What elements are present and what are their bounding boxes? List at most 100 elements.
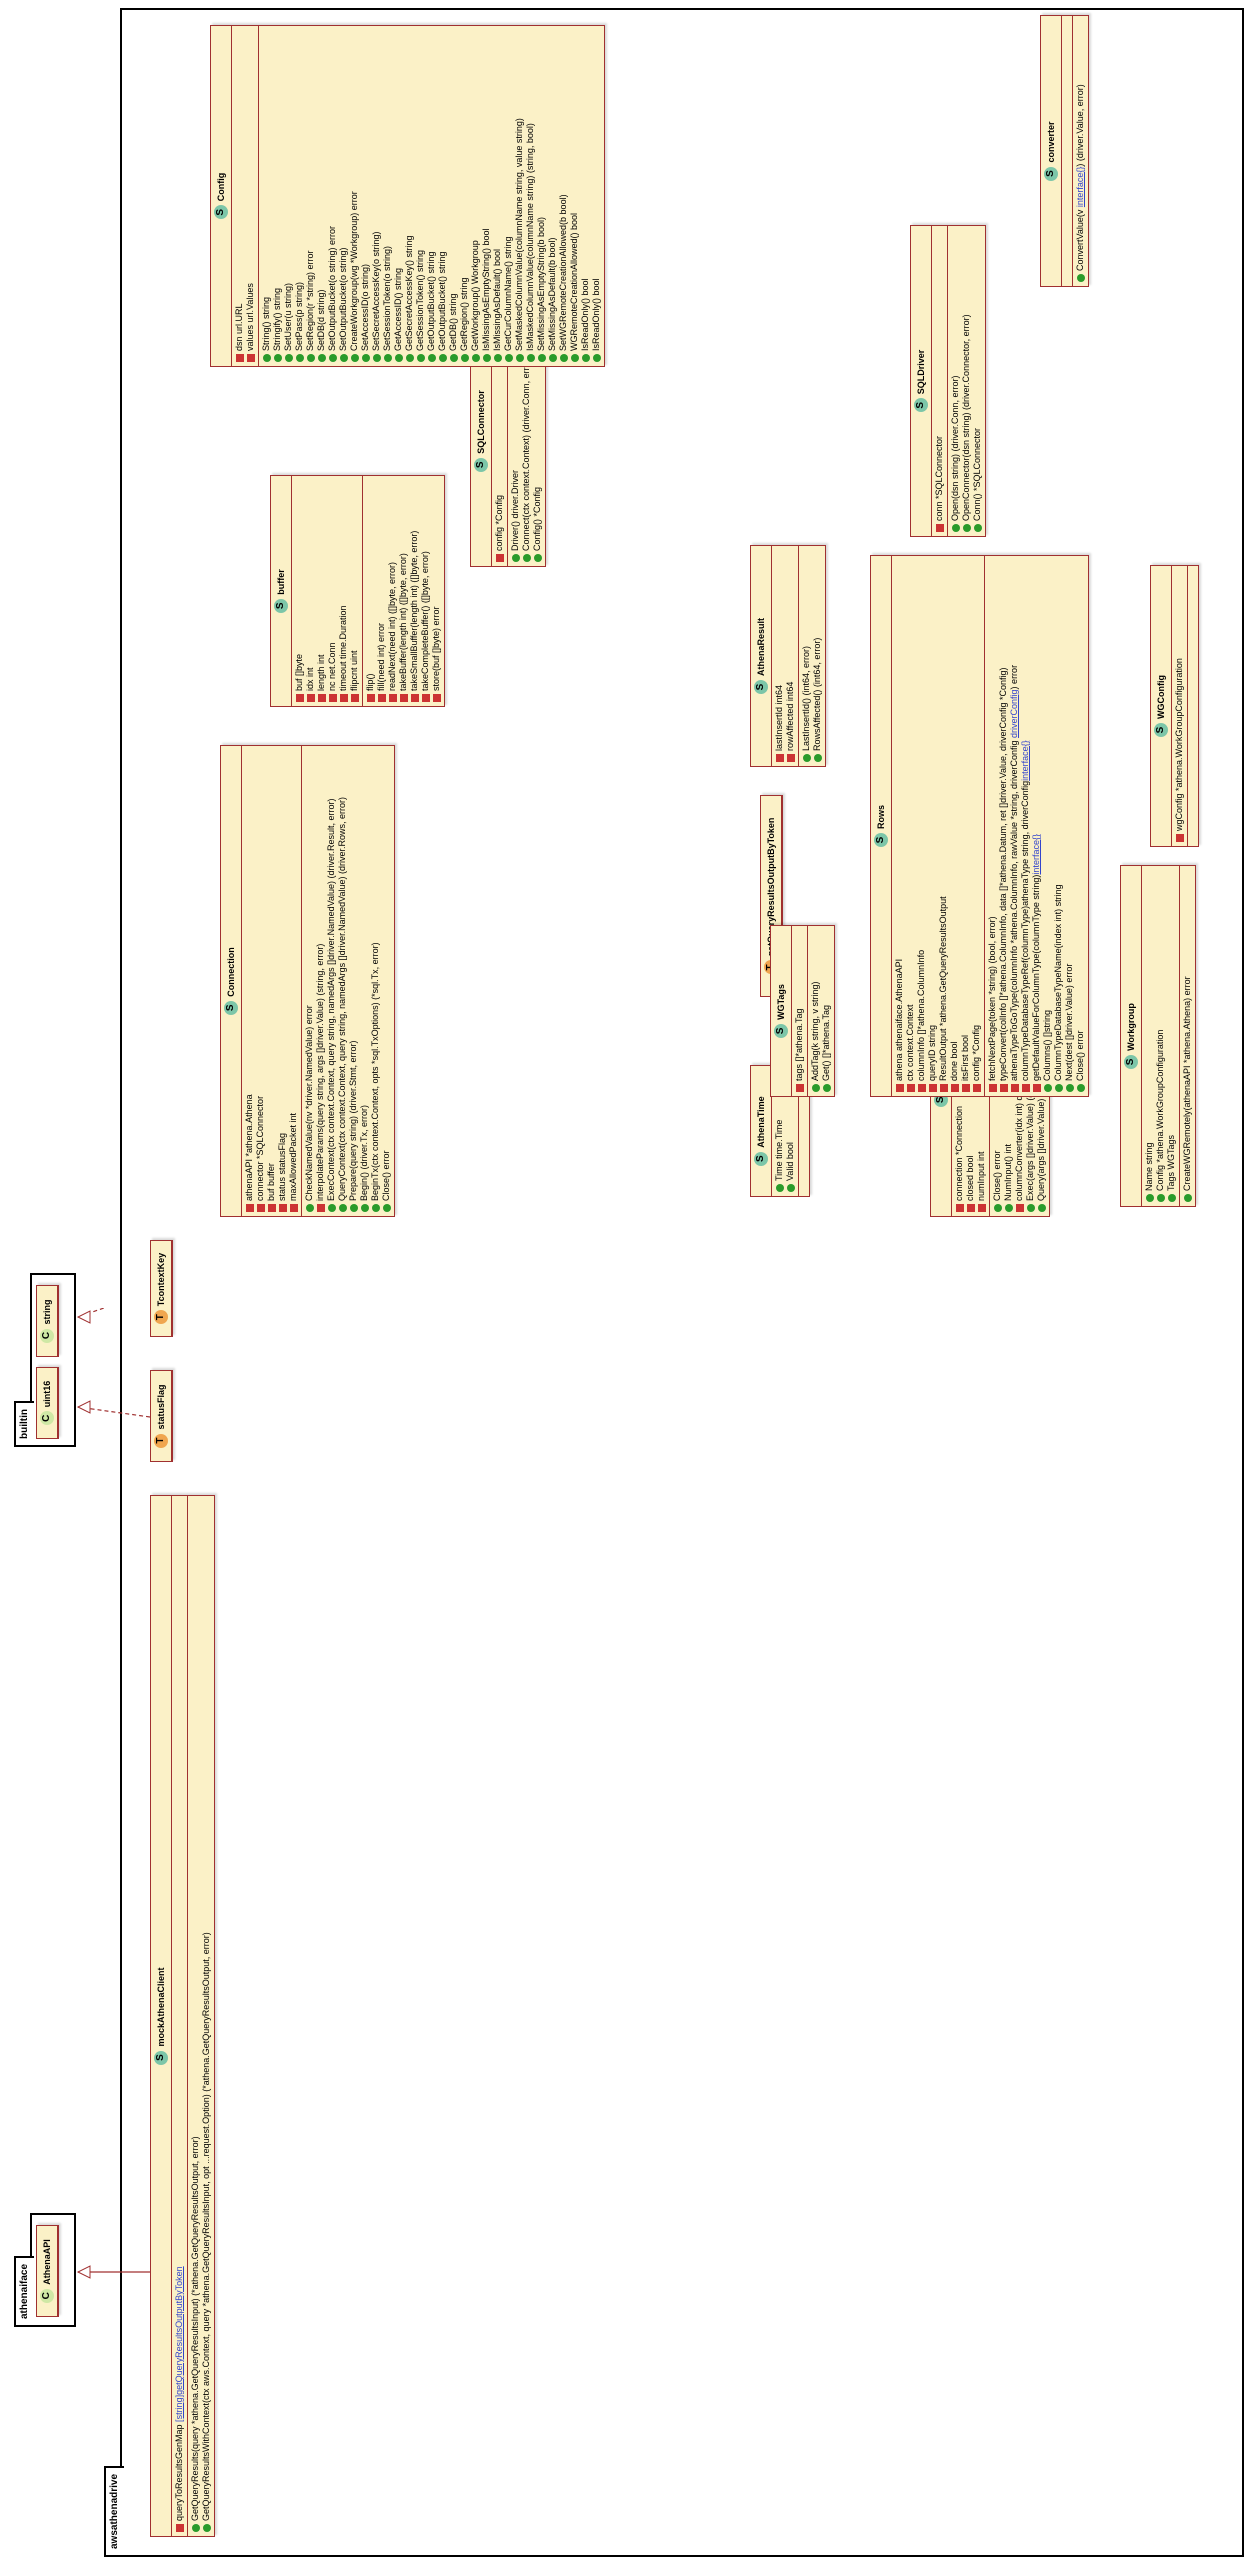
member-text: numInput int xyxy=(976,1151,987,1201)
member-text: GetAccessID() string xyxy=(393,268,404,351)
member-text: athenaTypeToGoType(columnInfo *athena.Co… xyxy=(1009,665,1020,1081)
public-icon xyxy=(395,354,403,362)
member-text: done bool xyxy=(949,1041,960,1081)
uml-title: TstatusFlag xyxy=(151,1371,172,1461)
member-text: takeSmallBuffer(length int) ([]byte, err… xyxy=(409,531,420,691)
member-text: RowsAffected() (int64, error) xyxy=(812,638,823,751)
member-text: Tags WGTags xyxy=(1166,1135,1177,1191)
member-text: OpenConnector(dsn string) (driver.Connec… xyxy=(961,314,972,521)
fields: athena athenaiface.AthenaAPIctx context.… xyxy=(892,556,985,1096)
member-row: Next(dest []driver.Value) error xyxy=(1064,556,1075,1096)
uml-converter: SconverterConvertValue(v interface{}) (d… xyxy=(1040,15,1089,287)
member-row: takeBuffer(length int) ([]byte, error) xyxy=(398,476,409,706)
member-text: store(buf []byte) error xyxy=(431,606,442,691)
uml-title: Sbuffer xyxy=(271,476,292,706)
member-text: CheckNamedValue(nv *driver.NamedValue) e… xyxy=(304,1005,315,1201)
member-row: Get() []*athena.Tag xyxy=(821,926,832,1096)
member-text: SetSecretAccessKey(o string) xyxy=(371,231,382,351)
member-text: readNext(need int) ([]byte, error) xyxy=(387,562,398,691)
member-text: GetWorkgroup() Workgroup xyxy=(470,240,481,351)
public-icon xyxy=(296,354,304,362)
public-icon xyxy=(263,354,271,362)
class-name: Rows xyxy=(876,805,886,829)
public-icon xyxy=(812,1084,820,1092)
private-icon xyxy=(378,694,386,702)
public-icon xyxy=(192,2524,200,2532)
member-text: columnInfo []*athena.ColumnInfo xyxy=(916,950,927,1081)
member-text: Valid bool xyxy=(785,1142,796,1181)
member-text: takeBuffer(length int) ([]byte, error) xyxy=(398,553,409,691)
private-icon xyxy=(962,1084,970,1092)
public-icon xyxy=(328,1204,336,1212)
member-row: interpolateParams(query string, args []d… xyxy=(315,746,326,1216)
member-row: GetAccessID() string xyxy=(393,26,404,366)
member-text: Close() error xyxy=(1075,1030,1086,1081)
private-icon xyxy=(896,1084,904,1092)
public-icon xyxy=(450,354,458,362)
private-icon xyxy=(951,1084,959,1092)
uml-statusFlag: TstatusFlag xyxy=(150,1370,173,1462)
member-text: SetRegion(r *string) error xyxy=(305,250,316,351)
fields: athenaAPI *athena.Athenaconnector *SQLCo… xyxy=(242,746,302,1216)
kind-icon: S xyxy=(754,680,768,694)
uml-Connection: SConnectionathenaAPI *athena.Athenaconne… xyxy=(220,745,395,1217)
member-text: typeConvert(colInfo []*athena.ColumnInfo… xyxy=(998,667,1009,1081)
private-icon xyxy=(422,694,430,702)
member-text: Next(dest []driver.Value) error xyxy=(1064,964,1075,1081)
private-icon xyxy=(307,694,315,702)
public-icon xyxy=(1146,1194,1154,1202)
uml-string: Cstring xyxy=(36,1285,59,1357)
member-text: IsMissingAsEmptyString() bool xyxy=(481,228,492,351)
member-row: ResultOutput *athena.GetQueryResultsOutp… xyxy=(938,556,949,1096)
member-text: SetOutputBucket(o string) xyxy=(338,247,349,351)
public-icon xyxy=(318,354,326,362)
uml-title: Sconverter xyxy=(1041,16,1062,286)
class-name: SQLConnector xyxy=(476,390,486,454)
member-row: SetRegion(r *string) error xyxy=(305,26,316,366)
member-row: IsReadOnly() bool xyxy=(591,26,602,366)
private-icon xyxy=(1033,1084,1041,1092)
member-row: length int xyxy=(316,476,327,706)
member-row: SetMissingAsEmptyString(b bool) xyxy=(536,26,547,366)
member-text: SetSessionToken(o string) xyxy=(382,246,393,351)
private-icon xyxy=(317,1204,325,1212)
member-row: CreateWGRemotely(athenaAPI *athena.Athen… xyxy=(1182,866,1193,1206)
member-row: Begin() (driver.Tx, error) xyxy=(359,746,370,1216)
public-icon xyxy=(582,354,590,362)
member-text: Close() error xyxy=(992,1150,1003,1201)
member-row: SetMaskedColumnValue(columnName string, … xyxy=(514,26,525,366)
public-icon xyxy=(203,2524,211,2532)
uml-title: SRows xyxy=(871,556,892,1096)
member-text: Begin() (driver.Tx, error) xyxy=(359,1105,370,1201)
class-name: mockAthenaClient xyxy=(156,1968,166,2047)
member-row: SetSessionToken(o string) xyxy=(382,26,393,366)
uml-title: SSQLDriver xyxy=(911,226,932,536)
kind-icon: S xyxy=(774,1024,788,1038)
member-text: SetWGRemoteCreationAllowed(b bool) xyxy=(558,194,569,351)
member-row: columnTypeDatabaseTypeRef(columnType)ath… xyxy=(1020,556,1031,1096)
private-icon xyxy=(318,694,326,702)
member-row: Open(dsn string) (driver.Conn, error) xyxy=(950,226,961,536)
member-text: conn *SQLConnector xyxy=(934,436,945,521)
member-text: GetQueryResults(query *athena.GetQueryRe… xyxy=(190,2136,201,2521)
class-name: TcontextKey xyxy=(156,1253,166,1306)
member-text: buf buffer xyxy=(266,1163,277,1201)
member-text: SetMaskedColumnValue(columnName string, … xyxy=(514,118,525,351)
member-row: wgConfig *athena.WorkGroupConfiguration xyxy=(1174,566,1185,846)
uml-WGConfig: SWGConfigwgConfig *athena.WorkGroupConfi… xyxy=(1150,565,1199,847)
member-text: GetDB() string xyxy=(448,293,459,351)
public-icon xyxy=(527,354,535,362)
member-row: Close() error xyxy=(381,746,392,1216)
member-row: IsMissingAsDefault() bool xyxy=(492,26,503,366)
pkg-label: awsathenadrive xyxy=(104,2466,124,2557)
member-row: buf buffer xyxy=(266,746,277,1216)
member-text: columnTypeDatabaseTypeRef(columnType)ath… xyxy=(1020,740,1031,1081)
uml-TcontextKey: TTcontextKey xyxy=(150,1240,173,1337)
class-name: statusFlag xyxy=(156,1385,166,1430)
member-text: flip() xyxy=(365,674,376,692)
member-row: String() string xyxy=(261,26,272,366)
member-text: closed bool xyxy=(965,1155,976,1201)
member-text: Config() *Config xyxy=(532,487,543,551)
public-icon xyxy=(307,354,315,362)
public-icon xyxy=(814,754,822,762)
